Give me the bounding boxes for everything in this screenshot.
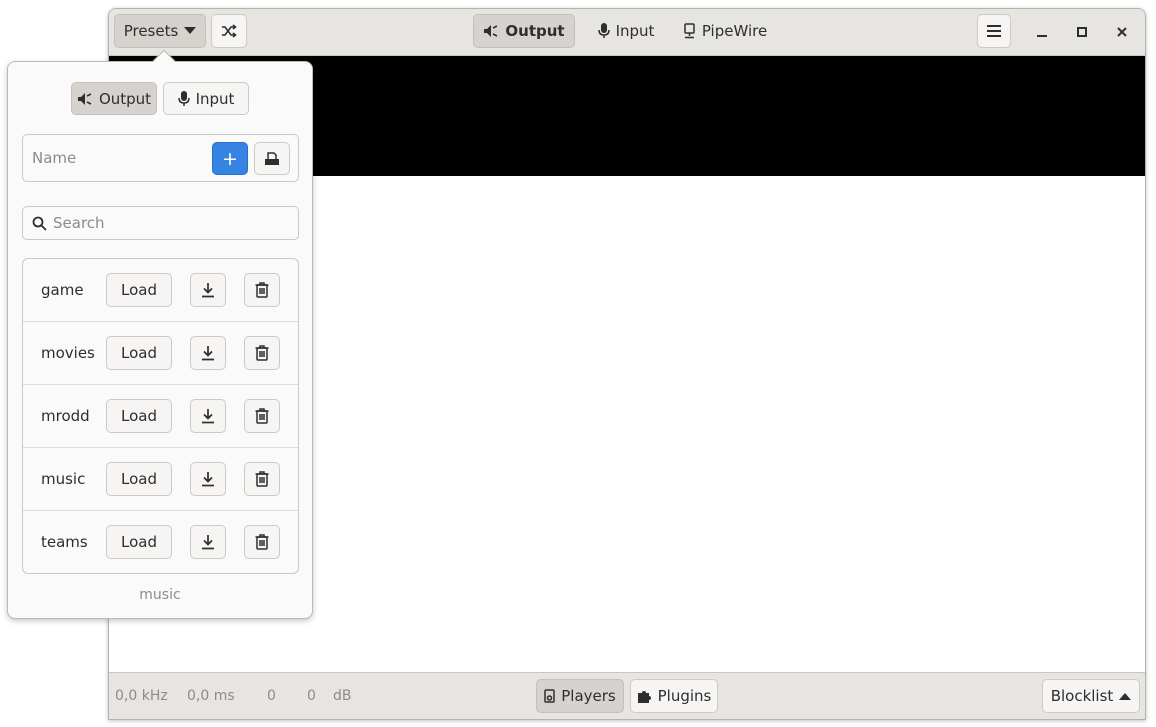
- players-button[interactable]: Players: [536, 679, 624, 713]
- trash-icon: [255, 408, 269, 424]
- download-icon: [201, 345, 215, 361]
- preset-row: teams Load: [23, 511, 298, 573]
- import-icon: [264, 151, 280, 166]
- load-label: Load: [121, 281, 157, 299]
- dropdown-arrow-icon: [184, 27, 197, 35]
- download-icon: [201, 408, 215, 424]
- level-right-readout: 0: [307, 688, 316, 704]
- minimize-icon: [1037, 27, 1047, 37]
- preset-name: teams: [41, 533, 88, 551]
- plus-icon: +: [222, 147, 238, 170]
- trash-icon: [255, 345, 269, 361]
- preset-name: mrodd: [41, 407, 90, 425]
- save-preset-button[interactable]: [190, 462, 226, 496]
- download-icon: [201, 534, 215, 550]
- sample-rate-readout: 0,0 kHz: [115, 688, 168, 704]
- save-preset-button[interactable]: [190, 525, 226, 559]
- preset-search-input[interactable]: [53, 208, 293, 238]
- tab-pipewire[interactable]: PipeWire: [677, 14, 773, 48]
- download-icon: [201, 282, 215, 298]
- load-preset-button[interactable]: Load: [106, 399, 172, 433]
- preset-search-box: [22, 206, 299, 240]
- popover-tab-input[interactable]: Input: [163, 82, 249, 115]
- load-preset-button[interactable]: Load: [106, 525, 172, 559]
- add-preset-button[interactable]: +: [212, 142, 248, 175]
- maximize-button[interactable]: [1067, 17, 1097, 47]
- latency-readout: 0,0 ms: [187, 688, 235, 704]
- save-preset-button[interactable]: [190, 273, 226, 307]
- save-preset-button[interactable]: [190, 336, 226, 370]
- shuffle-button[interactable]: [211, 14, 247, 48]
- maximize-icon: [1077, 27, 1087, 37]
- delete-preset-button[interactable]: [244, 525, 280, 559]
- tab-output[interactable]: Output: [473, 14, 575, 48]
- preset-name: movies: [41, 344, 95, 362]
- preset-row: mrodd Load: [23, 385, 298, 448]
- close-icon: [1117, 27, 1127, 37]
- delete-preset-button[interactable]: [244, 462, 280, 496]
- load-preset-button[interactable]: Load: [106, 336, 172, 370]
- arrow-up-icon: [1119, 692, 1132, 700]
- statusbar: 0,0 kHz 0,0 ms 0 0 dB Players Plugins Bl…: [109, 672, 1145, 719]
- shuffle-icon: [221, 23, 237, 39]
- search-icon: [32, 216, 47, 235]
- plugins-button[interactable]: Plugins: [630, 679, 718, 713]
- level-left-readout: 0: [267, 688, 276, 704]
- popover-tab-output[interactable]: Output: [71, 82, 157, 115]
- current-preset-label: music: [139, 587, 181, 603]
- preset-name: game: [41, 281, 84, 299]
- save-preset-button[interactable]: [190, 399, 226, 433]
- popover-tab-output-label: Output: [98, 89, 152, 108]
- download-icon: [201, 471, 215, 487]
- preset-row: music Load: [23, 448, 298, 511]
- tab-output-label: Output: [505, 22, 565, 40]
- import-preset-button[interactable]: [254, 142, 290, 175]
- close-button[interactable]: [1107, 17, 1137, 47]
- preset-row: game Load: [23, 259, 298, 322]
- delete-preset-button[interactable]: [244, 336, 280, 370]
- level-unit-label: dB: [333, 688, 352, 704]
- tab-input-label: Input: [615, 22, 655, 40]
- load-label: Load: [121, 470, 157, 488]
- trash-icon: [255, 471, 269, 487]
- tab-pipewire-label: PipeWire: [701, 22, 768, 40]
- hamburger-menu-icon: [987, 25, 1001, 37]
- pipewire-icon: [683, 23, 696, 39]
- presets-popover: Output Input + game Load movies Load: [7, 49, 313, 619]
- microphone-icon: [597, 23, 610, 39]
- puzzle-icon: [637, 689, 652, 704]
- load-preset-button[interactable]: Load: [106, 462, 172, 496]
- preset-row: movies Load: [23, 322, 298, 385]
- headerbar: Presets Output Input PipeWire: [109, 9, 1145, 56]
- load-label: Load: [121, 407, 157, 425]
- load-label: Load: [121, 533, 157, 551]
- trash-icon: [255, 282, 269, 298]
- presets-menu-button[interactable]: Presets: [114, 14, 206, 48]
- minimize-button[interactable]: [1027, 17, 1057, 47]
- preset-name-input[interactable]: [24, 136, 204, 180]
- new-preset-row: +: [22, 134, 299, 182]
- preset-list: game Load movies Load mrodd Load music L…: [22, 258, 299, 574]
- blocklist-button[interactable]: Blocklist: [1042, 679, 1140, 713]
- preset-name: music: [41, 470, 86, 488]
- speaker-icon: [483, 23, 499, 39]
- main-menu-button[interactable]: [977, 14, 1011, 48]
- delete-preset-button[interactable]: [244, 273, 280, 307]
- delete-preset-button[interactable]: [244, 399, 280, 433]
- players-label: Players: [561, 687, 616, 705]
- tab-input[interactable]: Input: [589, 14, 663, 48]
- plugins-label: Plugins: [657, 687, 712, 705]
- load-preset-button[interactable]: Load: [106, 273, 172, 307]
- load-label: Load: [121, 344, 157, 362]
- microphone-icon: [177, 90, 190, 107]
- player-icon: [544, 689, 555, 703]
- trash-icon: [255, 534, 269, 550]
- speaker-icon: [77, 91, 93, 107]
- presets-label: Presets: [123, 22, 179, 40]
- blocklist-label: Blocklist: [1050, 687, 1114, 705]
- popover-tab-input-label: Input: [195, 89, 235, 108]
